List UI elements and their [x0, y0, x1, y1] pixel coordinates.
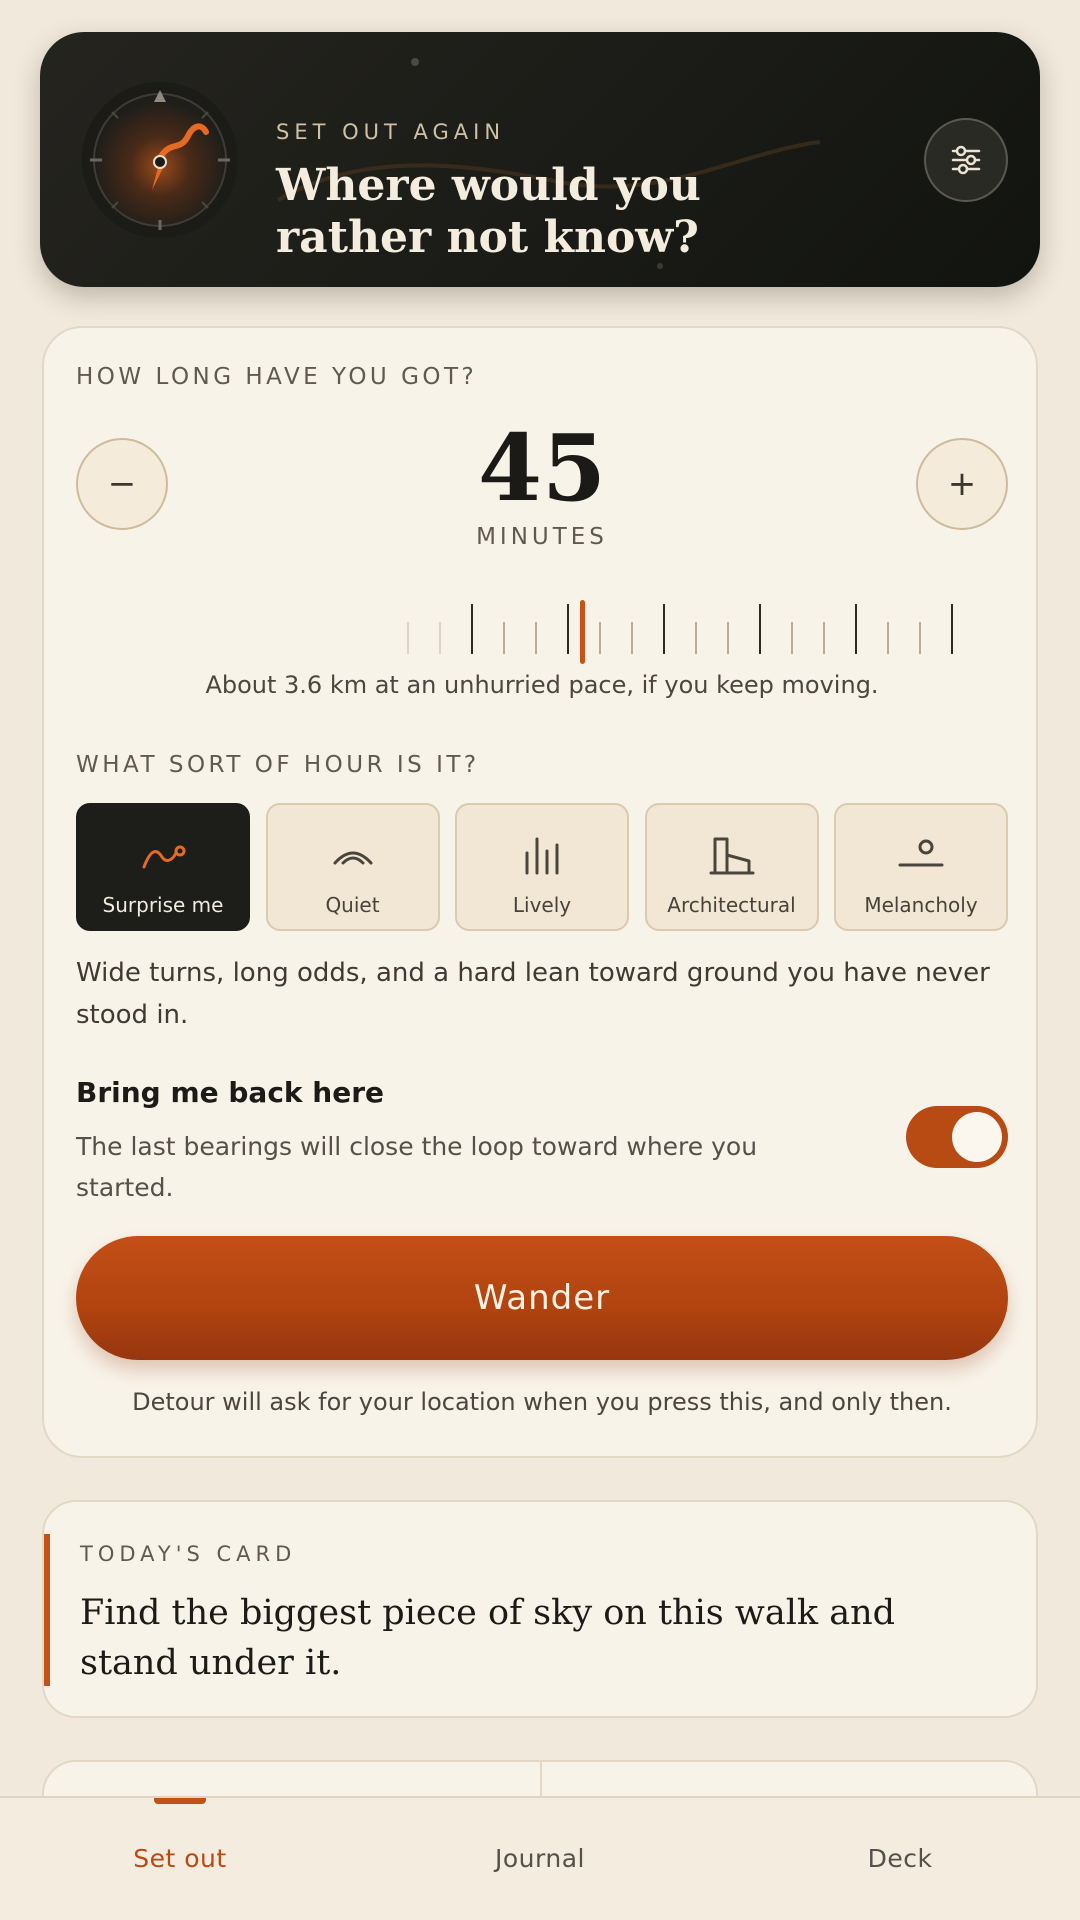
walk-settings-card: HOW LONG HAVE YOU GOT? − 45 MINUTES + Ab…	[42, 326, 1038, 1458]
wander-button[interactable]: Wander	[76, 1236, 1008, 1360]
mood-option-architectural[interactable]: Architectural	[644, 803, 819, 931]
duration-label: HOW LONG HAVE YOU GOT?	[76, 364, 478, 390]
mood-label: Surprise me	[102, 893, 224, 917]
increase-duration-button[interactable]: +	[916, 438, 1008, 530]
pace-estimate: About 3.6 km at an unhurried pace, if yo…	[205, 671, 879, 699]
horizon-icon	[898, 839, 944, 867]
duration-unit: MINUTES	[476, 524, 608, 550]
bars-icon	[525, 837, 559, 875]
duration-value: 45	[477, 414, 607, 522]
header-banner: SET OUT AGAIN Where would you rather not…	[40, 32, 1040, 287]
mood-option-lively[interactable]: Lively	[455, 803, 629, 931]
nav-tab-set-out[interactable]: Set out	[0, 1844, 360, 1873]
mood-label: Lively	[512, 893, 572, 917]
nav-tab-deck[interactable]: Deck	[720, 1844, 1080, 1873]
arc-icon	[333, 851, 372, 865]
location-note: Detour will ask for your location when y…	[132, 1388, 952, 1416]
nav-tab-journal[interactable]: Journal	[360, 1844, 720, 1873]
sliders-icon	[951, 145, 981, 175]
header-eyebrow: SET OUT AGAIN	[276, 120, 506, 144]
mood-option-melancholy[interactable]: Melancholy	[834, 803, 1008, 931]
header-title: Where would you rather not know?	[276, 160, 701, 263]
duration-ruler-slider[interactable]	[344, 592, 1044, 670]
curve-path-icon	[142, 845, 186, 869]
card-accent-bar	[44, 1534, 50, 1686]
mood-label: Melancholy	[864, 893, 978, 917]
ruler-current-marker[interactable]	[580, 600, 585, 664]
todays-card-text: Find the biggest piece of sky on this wa…	[80, 1593, 896, 1683]
todays-card[interactable]: TODAY'S CARD Find the biggest piece of s…	[42, 1500, 1038, 1718]
compass-icon	[82, 82, 238, 238]
toggle-knob	[952, 1112, 1002, 1162]
bottom-nav: Set out Journal Deck	[0, 1796, 1080, 1920]
settings-button[interactable]	[924, 118, 1008, 202]
todays-card-label: TODAY'S CARD	[80, 1542, 297, 1566]
mood-option-surprise-me[interactable]: Surprise me	[76, 803, 250, 931]
mood-label: Quiet	[325, 893, 380, 917]
mood-label: Architectural	[667, 893, 796, 917]
mood-options: Surprise me Quiet Lively Architectural M…	[76, 803, 1008, 931]
mood-description: Wide turns, long odds, and a hard lean t…	[76, 958, 990, 1030]
building-icon	[709, 837, 754, 875]
return-loop-description: The last bearings will close the loop to…	[76, 1132, 758, 1202]
hour-label: WHAT SORT OF HOUR IS IT?	[76, 752, 480, 778]
active-tab-indicator	[154, 1798, 206, 1804]
return-loop-title: Bring me back here	[76, 1076, 385, 1109]
return-loop-toggle[interactable]	[906, 1106, 1008, 1168]
mood-option-quiet[interactable]: Quiet	[265, 803, 440, 931]
